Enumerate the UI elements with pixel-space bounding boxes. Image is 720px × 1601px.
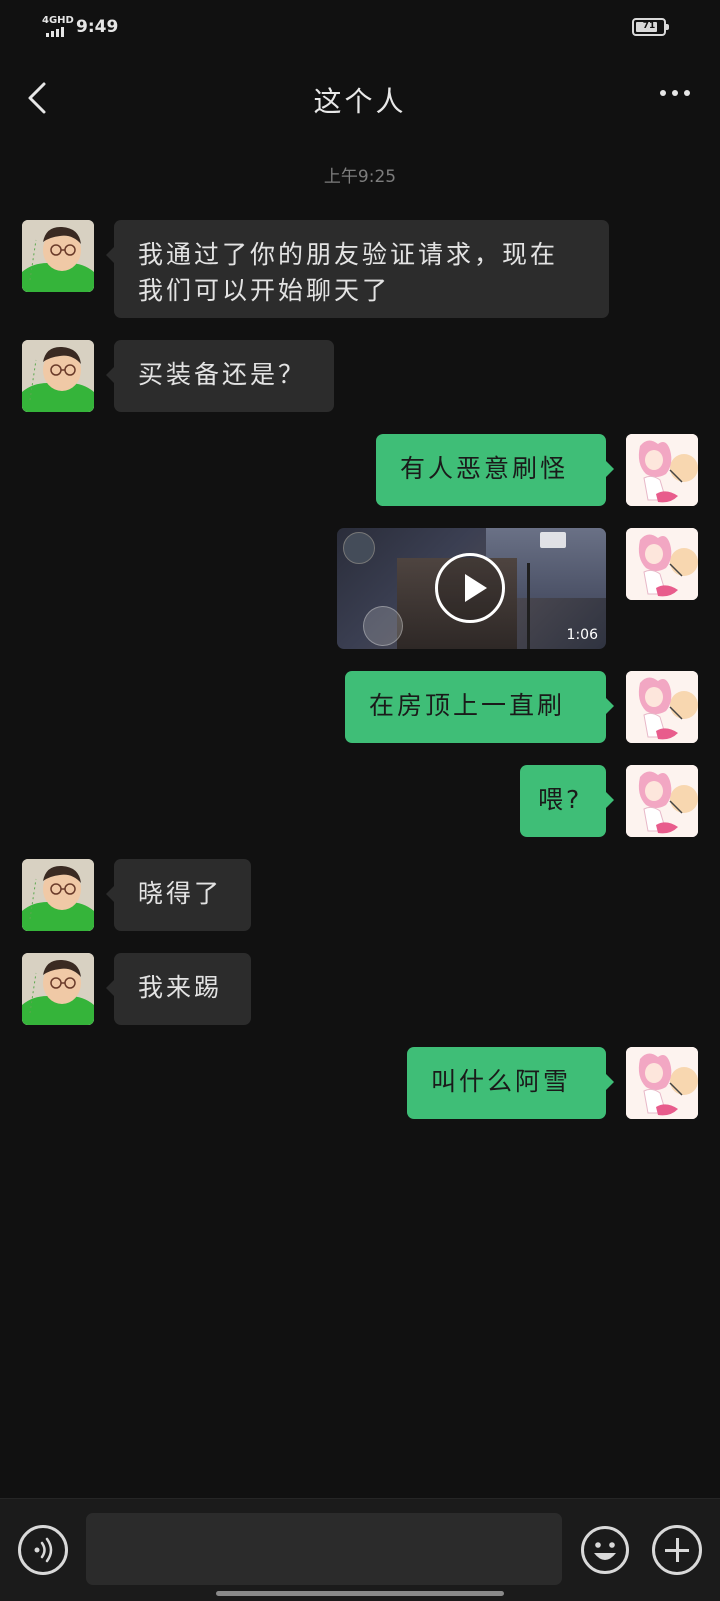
message-timestamp: 上午9:25 (323, 167, 397, 187)
contact-avatar-image (22, 340, 94, 412)
my-avatar-image (626, 671, 698, 743)
contact-avatar[interactable] (22, 340, 94, 412)
status-bar: 4GHD 9:49 71 (0, 0, 720, 56)
outgoing-message[interactable]: 叫什么阿雪 (407, 1047, 614, 1119)
my-avatar-image (626, 1047, 698, 1119)
plus-button[interactable] (652, 1525, 702, 1575)
emoji-icon (581, 1526, 629, 1574)
video-duration: 1:06 (566, 627, 598, 643)
more-dots-icon (660, 90, 666, 96)
network-indicator: 4GHD (40, 16, 74, 40)
video-message[interactable]: 1:06 (337, 528, 606, 649)
play-icon[interactable] (435, 553, 505, 623)
signal-icon (46, 27, 64, 37)
my-avatar[interactable] (626, 434, 698, 506)
outgoing-message[interactable]: 喂? (520, 765, 614, 837)
incoming-message[interactable]: 我通过了你的朋友验证请求，现在我们可以开始聊天了 (106, 220, 609, 318)
my-avatar-image (626, 434, 698, 506)
my-avatar-image (626, 765, 698, 837)
home-indicator[interactable] (216, 1591, 504, 1596)
game-minimap (343, 532, 375, 564)
battery-level: 71 (642, 21, 656, 31)
contact-avatar[interactable] (22, 220, 94, 292)
emoji-button[interactable] (580, 1525, 630, 1575)
contact-avatar-image (22, 220, 94, 292)
status-left: 4GHD 9:49 (40, 16, 118, 40)
outgoing-message[interactable]: 在房顶上一直刷 (345, 671, 614, 743)
network-type: 4GHD (42, 15, 74, 26)
battery-icon: 71 (632, 18, 669, 36)
page-title: 这个人 (313, 85, 407, 118)
my-avatar[interactable] (626, 671, 698, 743)
chat-header: 这个人 (0, 56, 720, 142)
status-time: 9:49 (76, 17, 119, 37)
more-button[interactable] (660, 90, 690, 96)
my-avatar[interactable] (626, 528, 698, 600)
my-avatar[interactable] (626, 765, 698, 837)
incoming-message[interactable]: 我来踢 (106, 953, 251, 1025)
my-avatar-image (626, 528, 698, 600)
voice-button[interactable] (18, 1525, 68, 1575)
outgoing-message[interactable]: 有人恶意刷怪 (376, 434, 614, 506)
incoming-message[interactable]: 买装备还是？ (106, 340, 334, 412)
contact-avatar-image (22, 859, 94, 931)
incoming-message[interactable]: 晓得了 (106, 859, 251, 931)
message-input[interactable] (86, 1513, 562, 1585)
contact-avatar-image (22, 953, 94, 1025)
voice-icon (34, 1537, 53, 1563)
contact-avatar[interactable] (22, 859, 94, 931)
chat-input-bar (0, 1498, 720, 1601)
my-avatar[interactable] (626, 1047, 698, 1119)
contact-avatar[interactable] (22, 953, 94, 1025)
